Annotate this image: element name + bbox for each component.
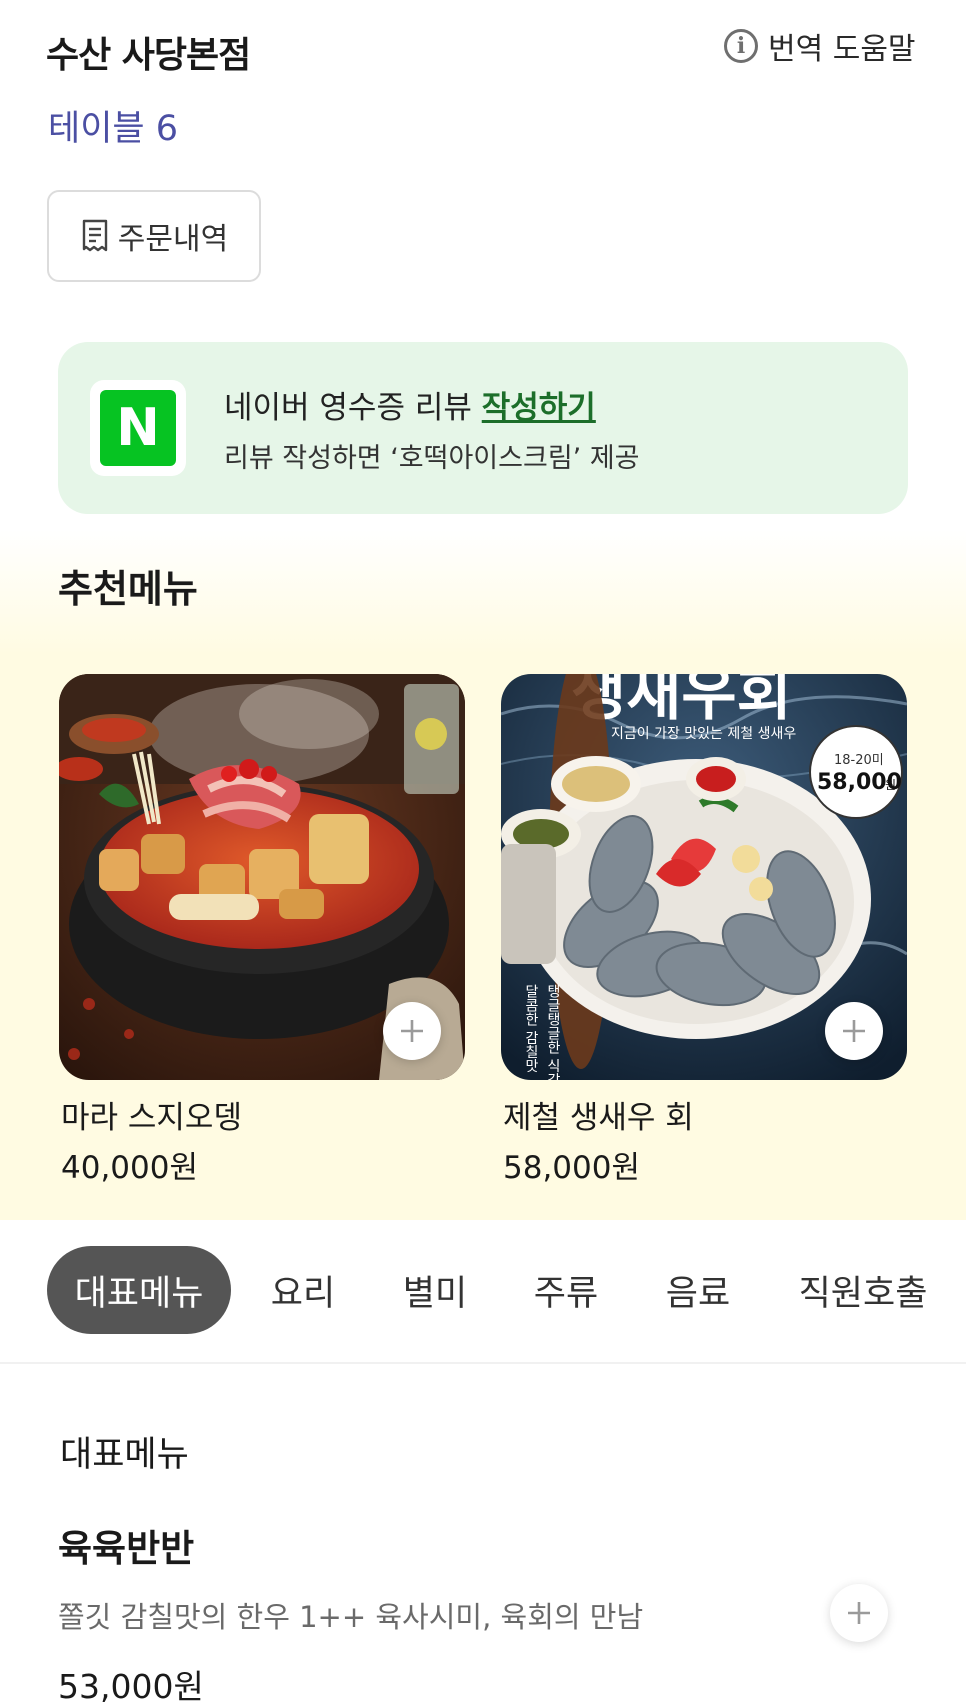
tab-signature-menu[interactable]: 대표메뉴 <box>47 1246 231 1334</box>
table-number: 테이블 6 <box>48 109 178 149</box>
add-to-cart-button[interactable] <box>383 1002 441 1060</box>
badge-count: 18-20미 <box>834 753 884 768</box>
banner-title-text: 네이버 영수증 리뷰 <box>224 390 482 426</box>
tab-call-staff[interactable]: 직원호출 <box>788 1246 938 1334</box>
naver-logo: N <box>90 380 186 476</box>
category-tabs: 대표메뉴 요리 별미 주류 음료 직원호출 <box>0 1222 966 1364</box>
plus-icon <box>843 1020 865 1042</box>
shrimp-tagline: 지금이 가장 맛있는 제철 생새우 <box>611 726 796 742</box>
badge-unit: 원 <box>885 778 896 792</box>
receipt-icon <box>82 219 107 252</box>
write-review-link[interactable]: 작성하기 <box>482 390 596 426</box>
menu-section-title: 대표메뉴 <box>60 1435 189 1475</box>
side-text-1: 탱글탱글한 식감 <box>545 984 561 1080</box>
plus-icon <box>401 1020 423 1042</box>
side-text-2: 달콤한 감칠맛 <box>523 984 539 1073</box>
info-icon: i <box>724 29 758 63</box>
menu-item-add-button[interactable] <box>830 1584 888 1642</box>
translation-help-button[interactable]: i 번역 도움말 <box>724 24 916 68</box>
add-to-cart-button[interactable] <box>825 1002 883 1060</box>
store-name: 수산 사당본점 <box>46 35 251 76</box>
tab-alcohol[interactable]: 주류 <box>511 1246 621 1334</box>
menu-price: 40,000원 <box>61 1150 198 1186</box>
menu-item-price: 53,000원 <box>58 1667 204 1706</box>
banner-subtitle: 리뷰 작성하면 ‘호떡아이스크림’ 제공 <box>224 443 640 474</box>
tab-dishes[interactable]: 요리 <box>248 1246 358 1334</box>
menu-name: 제철 생새우 회 <box>503 1100 694 1136</box>
banner-title: 네이버 영수증 리뷰 작성하기 <box>224 382 596 427</box>
menu-photo-raw-shrimp[interactable]: 생새우회 지금이 가장 맛있는 제철 생새우 18-20미 58,000 원 탱… <box>501 674 907 1080</box>
recommended-card[interactable]: 마라 스지오뎅 40,000원 <box>59 674 465 1186</box>
menu-photo-mala-suji-odeng[interactable] <box>59 674 465 1080</box>
translation-help-label: 번역 도움말 <box>768 32 916 67</box>
menu-name: 마라 스지오뎅 <box>61 1100 242 1136</box>
naver-review-banner[interactable]: N 네이버 영수증 리뷰 작성하기 리뷰 작성하면 ‘호떡아이스크림’ 제공 <box>58 342 908 514</box>
tab-beverages[interactable]: 음료 <box>643 1246 753 1334</box>
naver-n-icon: N <box>100 390 176 466</box>
order-history-button[interactable]: 주문내역 <box>47 190 261 282</box>
plus-icon <box>848 1602 870 1624</box>
menu-price: 58,000원 <box>503 1150 640 1186</box>
recommended-card[interactable]: 생새우회 지금이 가장 맛있는 제철 생새우 18-20미 58,000 원 탱… <box>501 674 907 1186</box>
menu-item-name[interactable]: 육육반반 <box>58 1518 194 1572</box>
recommended-title: 추천메뉴 <box>58 567 198 611</box>
tab-specialties[interactable]: 별미 <box>380 1246 490 1334</box>
menu-item-description: 쫄깃 감칠맛의 한우 1++ 육사시미, 육회의 만남 <box>58 1600 644 1634</box>
order-history-label: 주문내역 <box>117 222 229 257</box>
